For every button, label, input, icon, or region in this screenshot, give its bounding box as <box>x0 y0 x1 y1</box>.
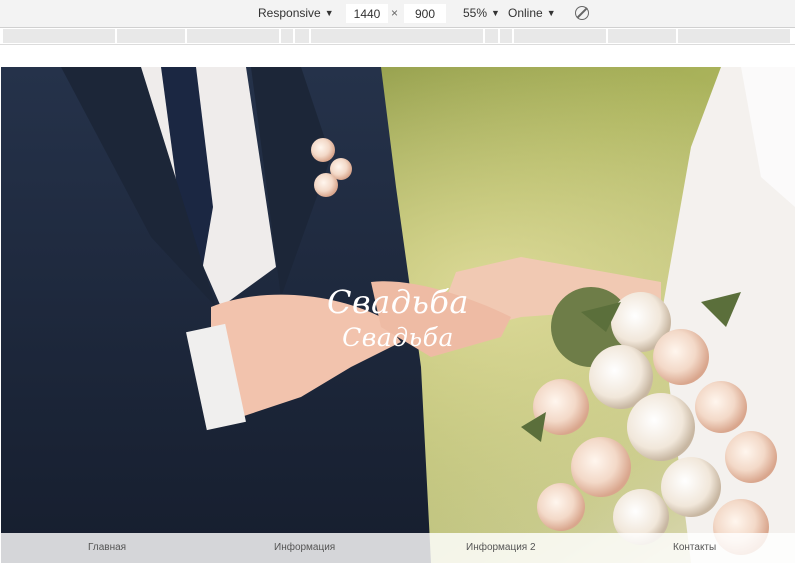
dropdown-caret-icon: ▼ <box>491 8 500 18</box>
hero-title: Свадьба <box>327 283 469 321</box>
zoom-select[interactable]: 55% ▼ <box>463 6 500 21</box>
zoom-label: 55% <box>463 6 488 20</box>
dimension-separator: × <box>391 6 399 20</box>
network-throttle-select[interactable]: Online ▼ <box>508 6 556 21</box>
dropdown-caret-icon: ▼ <box>324 8 334 18</box>
nav-link-home[interactable]: Главная <box>88 542 126 553</box>
media-query-segment[interactable] <box>608 29 677 43</box>
media-query-segment[interactable] <box>678 29 791 43</box>
emulated-viewport: Свадьба Свадьба Главная Информация Инфор… <box>1 67 795 563</box>
media-query-segment[interactable] <box>117 29 186 43</box>
device-toolbar: Responsive▼ × 55%▼ Online▼ <box>0 0 795 28</box>
network-label: Online <box>508 6 543 20</box>
dropdown-caret-icon: ▼ <box>546 8 556 18</box>
media-query-segment[interactable] <box>500 29 513 43</box>
media-query-segment[interactable] <box>311 29 484 43</box>
rotate-icon[interactable] <box>575 6 589 20</box>
media-query-bar <box>0 28 795 45</box>
nav-link-contacts[interactable]: Контакты <box>673 542 716 553</box>
nav-link-info[interactable]: Информация <box>274 542 335 553</box>
media-query-segment[interactable] <box>295 29 310 43</box>
media-query-segment[interactable] <box>3 29 116 43</box>
hero-subtitle: Свадьба <box>342 323 454 352</box>
height-input[interactable] <box>404 4 446 23</box>
device-select[interactable]: Responsive ▼ <box>258 6 334 21</box>
nav-link-info-2[interactable]: Информация 2 <box>466 542 536 553</box>
media-query-segment[interactable] <box>485 29 499 43</box>
site-navigation: Главная Информация Информация 2 Контакты <box>1 533 795 563</box>
width-input[interactable] <box>346 4 388 23</box>
media-query-segment[interactable] <box>514 29 607 43</box>
media-query-segment[interactable] <box>281 29 294 43</box>
media-query-segment[interactable] <box>187 29 280 43</box>
device-label: Responsive <box>258 6 321 20</box>
